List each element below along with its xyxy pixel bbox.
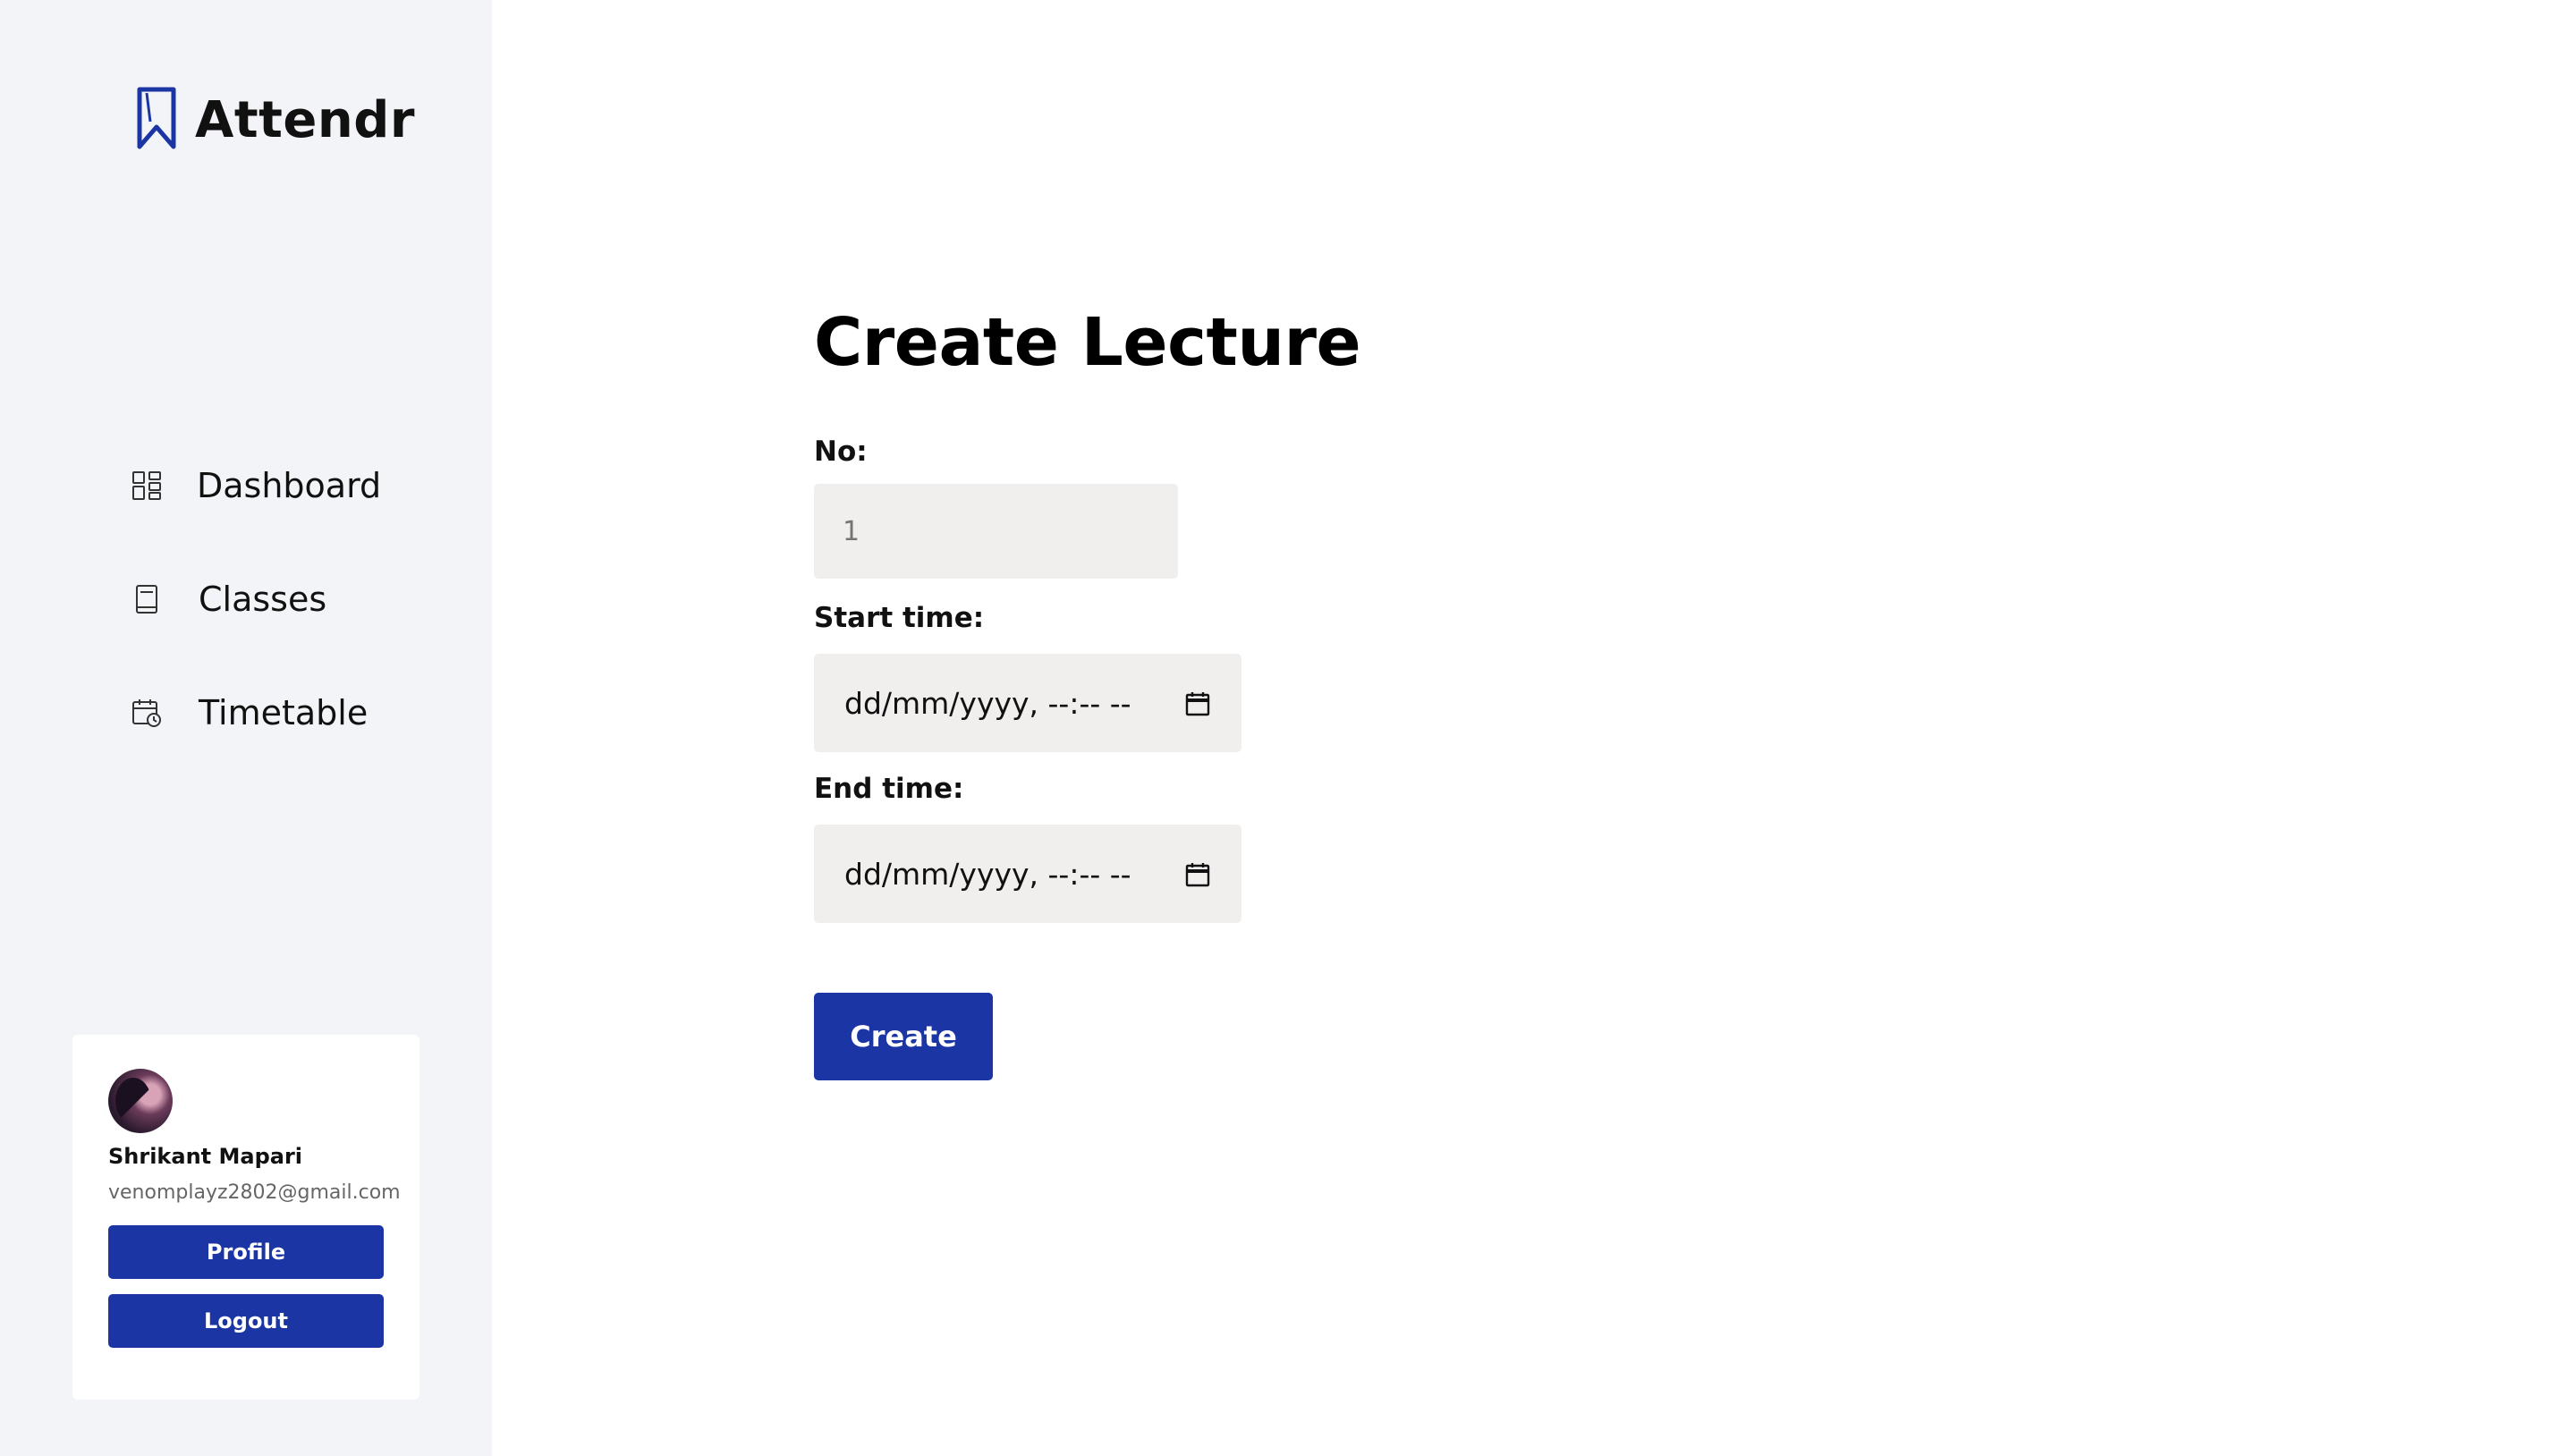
sidebar-item-classes[interactable]: Classes bbox=[131, 574, 381, 624]
profile-button[interactable]: Profile bbox=[108, 1225, 384, 1279]
lecture-number-input[interactable] bbox=[814, 484, 1178, 579]
create-button[interactable]: Create bbox=[814, 993, 993, 1080]
user-email: venomplayz2802@gmail.com bbox=[108, 1181, 401, 1204]
avatar[interactable] bbox=[108, 1069, 173, 1133]
sidebar-item-dashboard[interactable]: Dashboard bbox=[131, 461, 381, 511]
brand-logo[interactable]: Attendr bbox=[134, 86, 415, 154]
logout-button[interactable]: Logout bbox=[108, 1294, 384, 1348]
end-time-label: End time: bbox=[814, 773, 964, 805]
sidebar: Attendr Dashboard Classes Timetable Shri… bbox=[0, 0, 492, 1456]
brand-name: Attendr bbox=[195, 90, 415, 149]
sidebar-nav: Dashboard Classes Timetable bbox=[131, 461, 381, 801]
page-title: Create Lecture bbox=[814, 304, 1361, 381]
user-name: Shrikant Mapari bbox=[108, 1144, 303, 1169]
no-label: No: bbox=[814, 436, 868, 468]
start-time-label: Start time: bbox=[814, 602, 985, 634]
bookmark-logo-icon bbox=[134, 86, 179, 154]
sidebar-item-label: Dashboard bbox=[197, 466, 382, 505]
book-icon bbox=[131, 583, 163, 615]
calendar-icon[interactable] bbox=[1184, 860, 1211, 887]
user-card: Shrikant Mapari venomplayz2802@gmail.com… bbox=[72, 1035, 419, 1400]
sidebar-item-timetable[interactable]: Timetable bbox=[131, 688, 381, 738]
calendar-icon[interactable] bbox=[1184, 690, 1211, 716]
end-time-input[interactable]: dd/mm/yyyy, --:-- -- bbox=[814, 825, 1241, 923]
sidebar-item-label: Classes bbox=[199, 580, 327, 619]
sidebar-item-label: Timetable bbox=[199, 693, 369, 732]
dashboard-grid-icon bbox=[131, 470, 163, 502]
start-time-input[interactable]: dd/mm/yyyy, --:-- -- bbox=[814, 654, 1241, 752]
calendar-clock-icon bbox=[131, 697, 163, 729]
start-time-value: dd/mm/yyyy, --:-- -- bbox=[844, 685, 1131, 721]
end-time-value: dd/mm/yyyy, --:-- -- bbox=[844, 856, 1131, 892]
